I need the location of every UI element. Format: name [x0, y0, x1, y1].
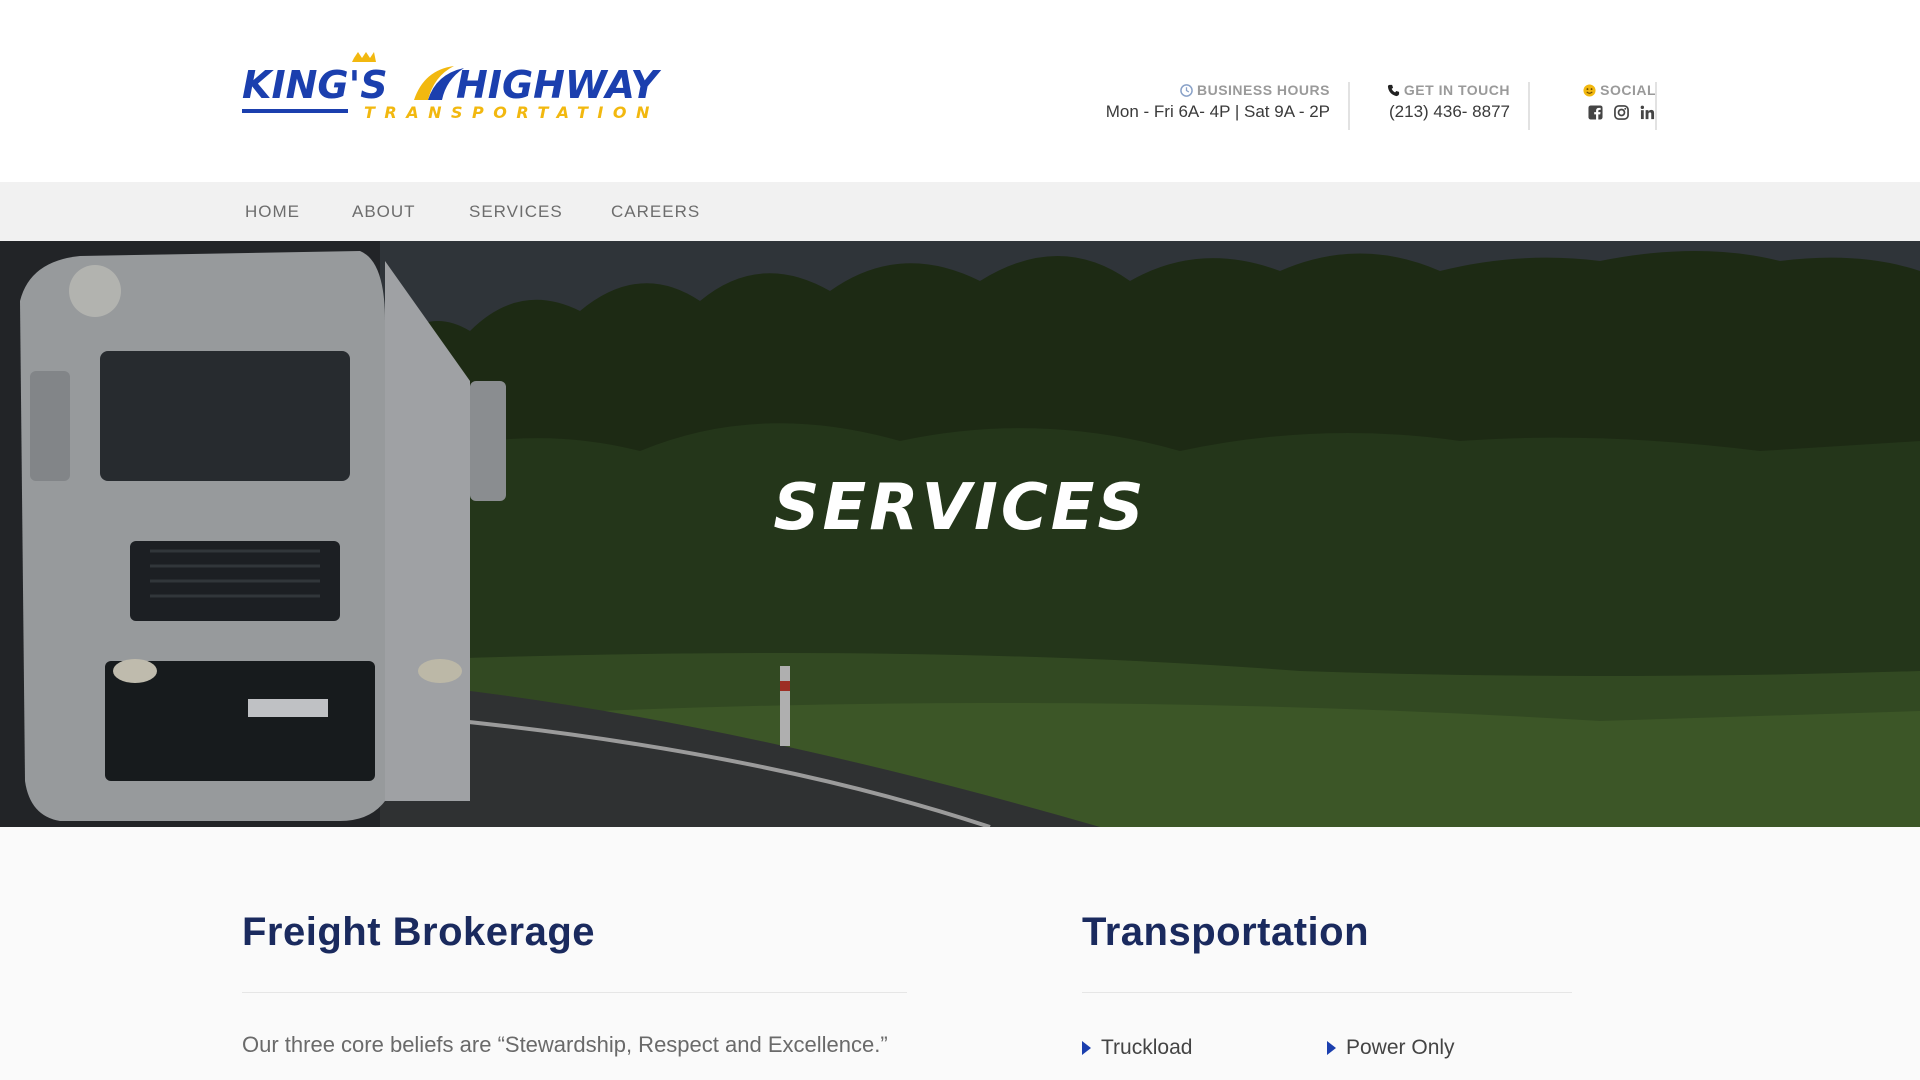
kings-highway-logo[interactable]: KING'S HIGHWAY TRANSPORTATION [242, 52, 742, 132]
linkedin-icon[interactable] [1638, 103, 1656, 121]
nav-item-about[interactable]: ABOUT [352, 202, 416, 222]
crown-icon [352, 52, 376, 62]
get-in-touch-label: GET IN TOUCH [1403, 82, 1510, 98]
main-nav: HOME ABOUT SERVICES CAREERS [0, 182, 1920, 241]
phone-number[interactable]: (213) 436- 8877 [1370, 102, 1510, 122]
social-block: SOCIAL [1552, 82, 1656, 130]
logo-text-highway: HIGHWAY [456, 63, 662, 107]
get-in-touch: GET IN TOUCH (213) 436- 8877 [1370, 82, 1510, 130]
caret-right-icon [1082, 1041, 1091, 1055]
hero-title: SERVICES [773, 471, 1147, 545]
list-item-truckload: Truckload [1082, 1036, 1192, 1060]
list-item-label: Truckload [1101, 1036, 1193, 1059]
business-hours: BUSINESS HOURS Mon - Fri 6A- 4P | Sat 9A… [1070, 82, 1330, 130]
freight-brokerage-title: Freight Brokerage [242, 910, 596, 954]
business-hours-value: Mon - Fri 6A- 4P | Sat 9A - 2P [1105, 102, 1330, 121]
section-divider [1082, 992, 1572, 993]
phone-icon [1387, 84, 1400, 97]
freight-brokerage-text: Our three core beliefs are “Stewardship,… [242, 1032, 888, 1057]
logo-underline [242, 109, 348, 113]
hero-banner: SERVICES [0, 241, 1920, 827]
list-item-power-only: Power Only [1327, 1036, 1455, 1060]
instagram-icon[interactable] [1612, 103, 1630, 121]
header-divider [1655, 82, 1657, 130]
logo-text-transportation: TRANSPORTATION [364, 103, 659, 122]
facebook-icon[interactable] [1586, 103, 1604, 121]
clock-icon [1180, 83, 1193, 97]
header-divider [1528, 82, 1530, 130]
caret-right-icon [1327, 1041, 1336, 1055]
smile-icon [1583, 83, 1596, 97]
logo-text-kings: KING'S [242, 63, 388, 107]
list-item-label: Power Only [1346, 1036, 1455, 1059]
nav-item-services[interactable]: SERVICES [469, 202, 563, 222]
business-hours-label: BUSINESS HOURS [1196, 82, 1330, 98]
social-label: SOCIAL [1600, 82, 1656, 98]
transportation-title: Transportation [1082, 910, 1370, 954]
header-divider [1348, 82, 1350, 130]
social-links [1552, 103, 1656, 121]
section-divider [242, 992, 907, 993]
services-content: Freight Brokerage Our three core beliefs… [0, 827, 1920, 1080]
nav-item-home[interactable]: HOME [245, 202, 300, 222]
site-header: KING'S HIGHWAY TRANSPORTATION BUSINESS H… [0, 0, 1920, 182]
nav-item-careers[interactable]: CAREERS [611, 202, 700, 222]
